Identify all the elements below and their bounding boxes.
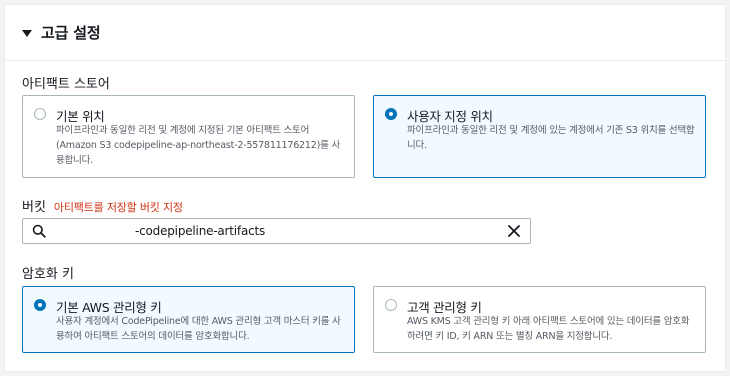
artifact-store-label: 아티팩트 스토어 bbox=[22, 77, 110, 92]
radio-button-selected[interactable] bbox=[34, 299, 46, 311]
bucket-label: 버킷 bbox=[22, 200, 46, 215]
artifact-store-option-default[interactable]: 기본 위치 파이프라인과 동일한 리전 및 계정에 지정된 기본 아티팩트 스토… bbox=[22, 95, 355, 178]
close-icon[interactable] bbox=[507, 224, 521, 238]
bucket-label-row: 버킷 아티팩트를 저장할 버킷 지정 bbox=[22, 196, 183, 215]
encryption-option-aws-managed[interactable]: 기본 AWS 관리형 키 사용자 계정에서 CodePipeline에 대한 A… bbox=[22, 286, 355, 353]
radio-button-selected[interactable] bbox=[385, 108, 397, 120]
panel-header[interactable]: 고급 설정 bbox=[5, 5, 725, 61]
radio-button[interactable] bbox=[34, 108, 46, 120]
option-description: 파이프라인과 동일한 리전 및 계정에 있는 계정에서 기존 S3 위치를 선택… bbox=[407, 125, 695, 151]
bucket-hint: 아티팩트를 저장할 버킷 지정 bbox=[53, 201, 183, 214]
option-description: AWS KMS 고객 관리형 키 아래 아티팩트 스토어에 있는 데이터를 암호… bbox=[407, 316, 690, 342]
option-description: 파이프라인과 동일한 리전 및 계정에 지정된 기본 아티팩트 스토어 (Ama… bbox=[56, 125, 340, 166]
option-description: 사용자 계정에서 CodePipeline에 대한 AWS 관리형 고객 마스터… bbox=[56, 316, 341, 342]
bucket-search-input[interactable]: -codepipeline-artifacts bbox=[22, 218, 531, 244]
encryption-key-label: 암호화 키 bbox=[22, 267, 74, 282]
encryption-option-customer-managed[interactable]: 고객 관리형 키 AWS KMS 고객 관리형 키 아래 아티팩트 스토어에 있… bbox=[373, 286, 706, 353]
artifact-store-option-custom[interactable]: 사용자 지정 위치 파이프라인과 동일한 리전 및 계정에 있는 계정에서 기존… bbox=[373, 95, 706, 178]
caret-down-icon[interactable] bbox=[22, 30, 32, 37]
panel-title: 고급 설정 bbox=[41, 24, 101, 42]
search-icon bbox=[32, 224, 46, 238]
bucket-value: -codepipeline-artifacts bbox=[135, 224, 266, 238]
radio-button[interactable] bbox=[385, 299, 397, 311]
